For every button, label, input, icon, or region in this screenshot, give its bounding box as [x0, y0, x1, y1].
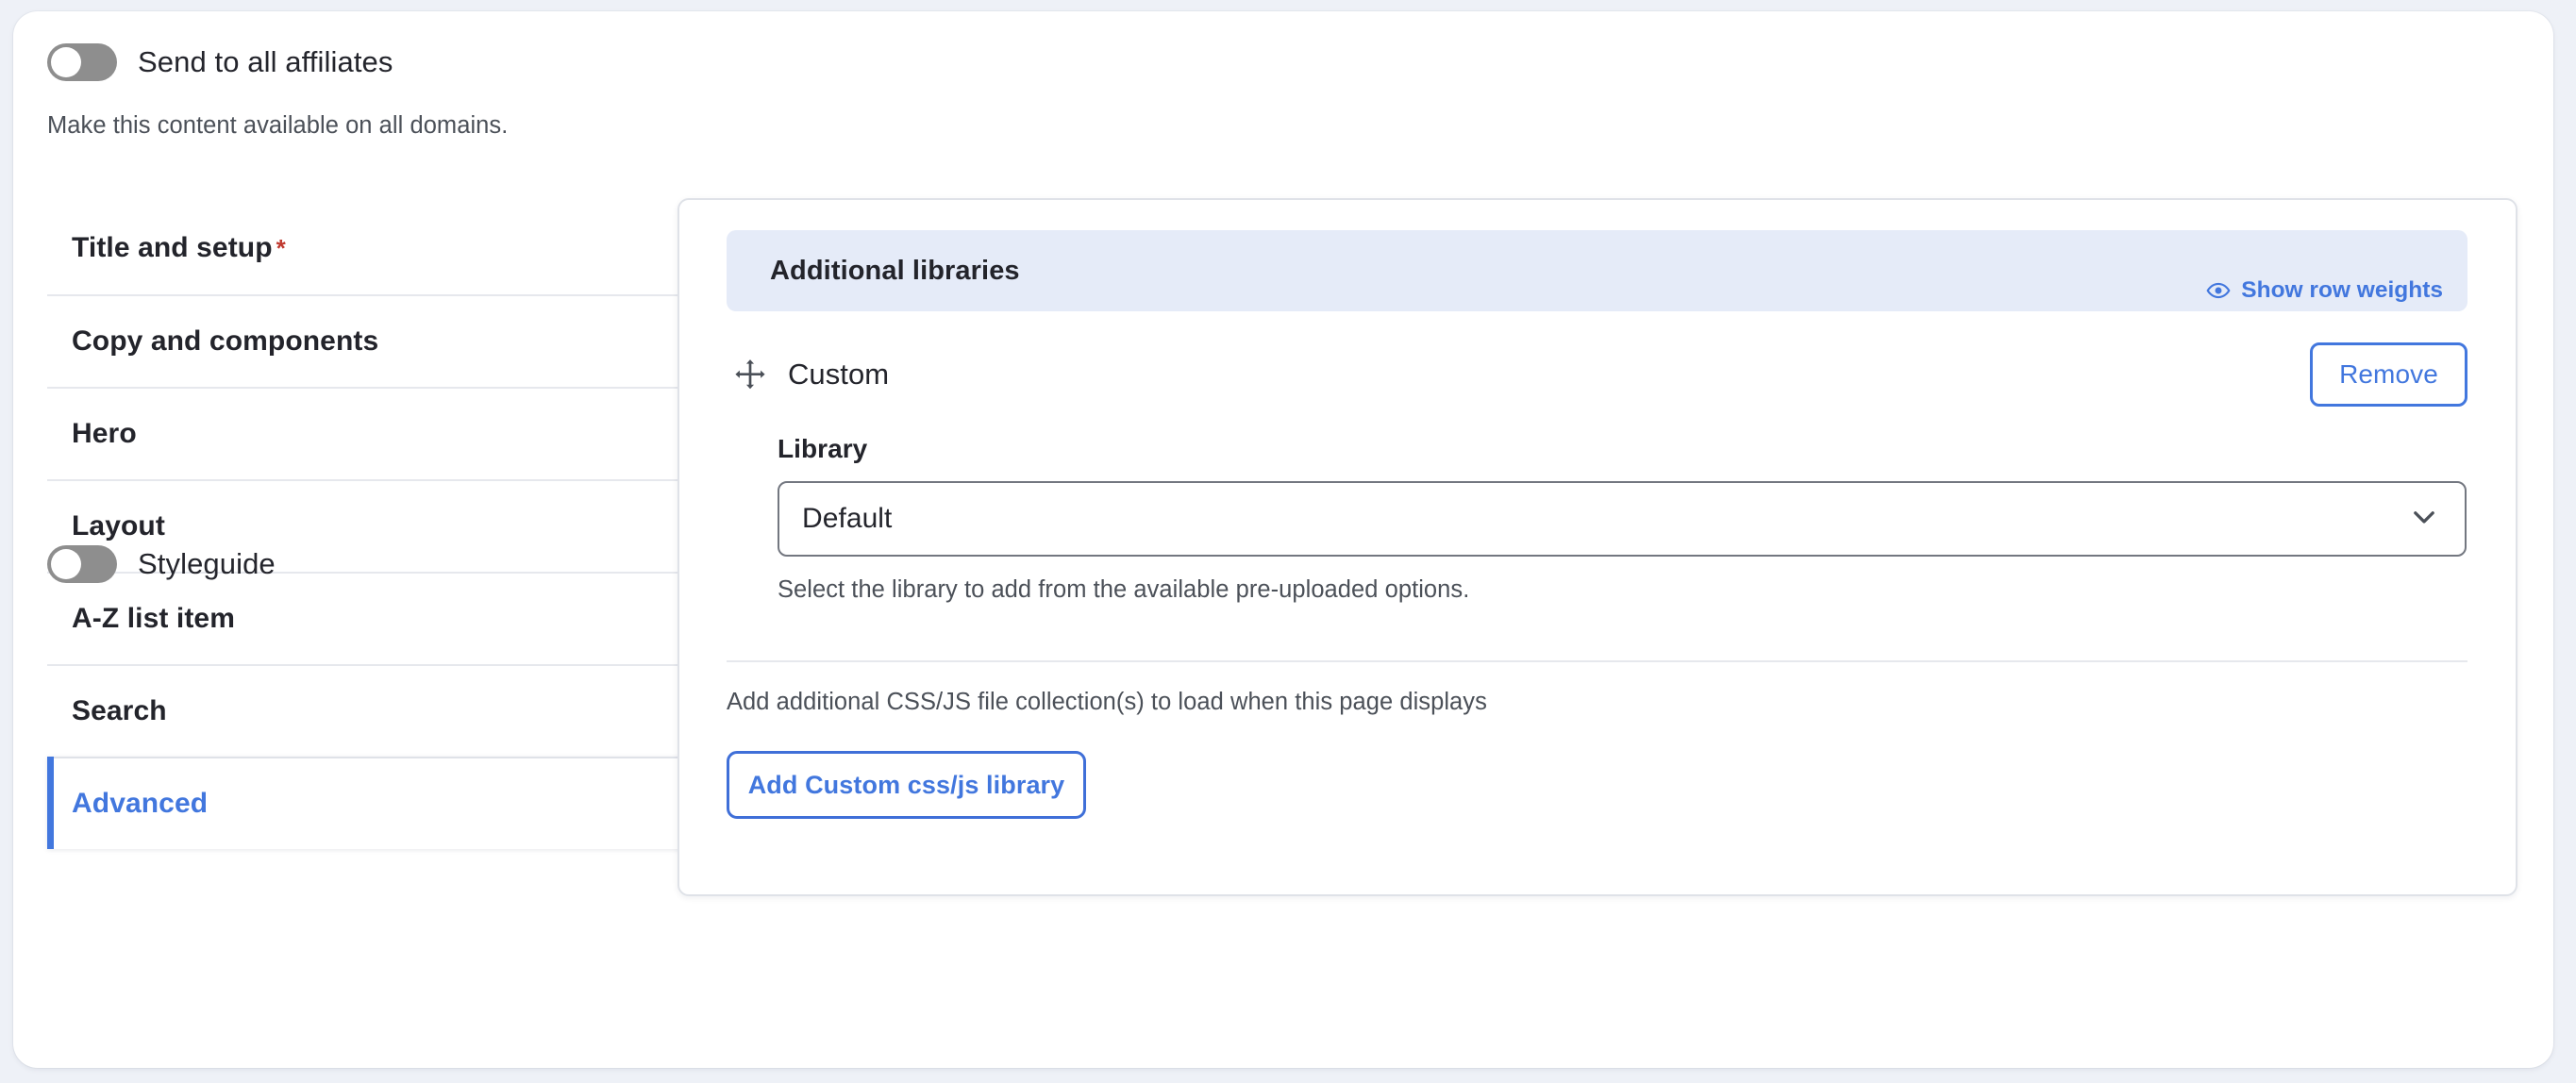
eye-icon — [2206, 278, 2231, 303]
library-field-description: Select the library to add from the avail… — [778, 576, 1470, 603]
additional-libraries-header: Additional libraries Show row weights — [727, 230, 2467, 311]
show-row-weights-label: Show row weights — [2241, 277, 2443, 303]
remove-button[interactable]: Remove — [2310, 342, 2467, 407]
tab-label: A-Z list item — [72, 603, 235, 634]
library-select-wrap: Default — [778, 481, 2467, 557]
advanced-panel: Additional libraries Show row weights Cu… — [677, 198, 2517, 896]
styleguide-label: Styleguide — [138, 547, 276, 580]
send-to-all-affiliates-row: Send to all affiliates — [47, 43, 393, 81]
send-to-all-affiliates-label: Send to all affiliates — [138, 45, 393, 78]
tab-label: Copy and components — [72, 325, 379, 357]
tab-label: Advanced — [72, 788, 209, 819]
toggle-knob-icon — [51, 549, 81, 579]
tab-label: Search — [72, 695, 167, 726]
settings-page-card: Send to all affiliates Make this content… — [13, 11, 2553, 1068]
library-select[interactable]: Default — [778, 481, 2467, 557]
toggle-knob-icon — [51, 47, 81, 77]
library-field-label: Library — [778, 434, 868, 463]
library-item-title: Custom css/js — [788, 358, 895, 391]
add-custom-library-button[interactable]: Add Custom css/js library — [727, 751, 1086, 819]
panel-footer-description: Add additional CSS/JS file collection(s)… — [727, 689, 1487, 715]
drag-handle-icon[interactable] — [733, 358, 767, 392]
styleguide-toggle[interactable] — [47, 545, 117, 583]
library-item-row: Custom css/js Remove — [727, 340, 2467, 409]
show-row-weights-link[interactable]: Show row weights — [2206, 277, 2443, 304]
library-select-value: Default — [802, 503, 893, 534]
styleguide-row: Styleguide — [47, 545, 276, 583]
required-marker-icon: * — [276, 234, 286, 262]
tab-label: Title and setup — [72, 232, 273, 263]
send-to-all-affiliates-description: Make this content available on all domai… — [47, 112, 509, 139]
send-to-all-affiliates-toggle[interactable] — [47, 43, 117, 81]
library-item-title-clip: Custom css/js — [788, 358, 895, 392]
tab-label: Hero — [72, 418, 137, 449]
library-field-group: Library Default Select the library to ad… — [778, 434, 2467, 604]
additional-libraries-title: Additional libraries — [770, 255, 1020, 286]
panel-divider — [727, 660, 2467, 662]
tab-label: Layout — [72, 510, 165, 542]
chevron-down-icon — [2408, 501, 2440, 538]
